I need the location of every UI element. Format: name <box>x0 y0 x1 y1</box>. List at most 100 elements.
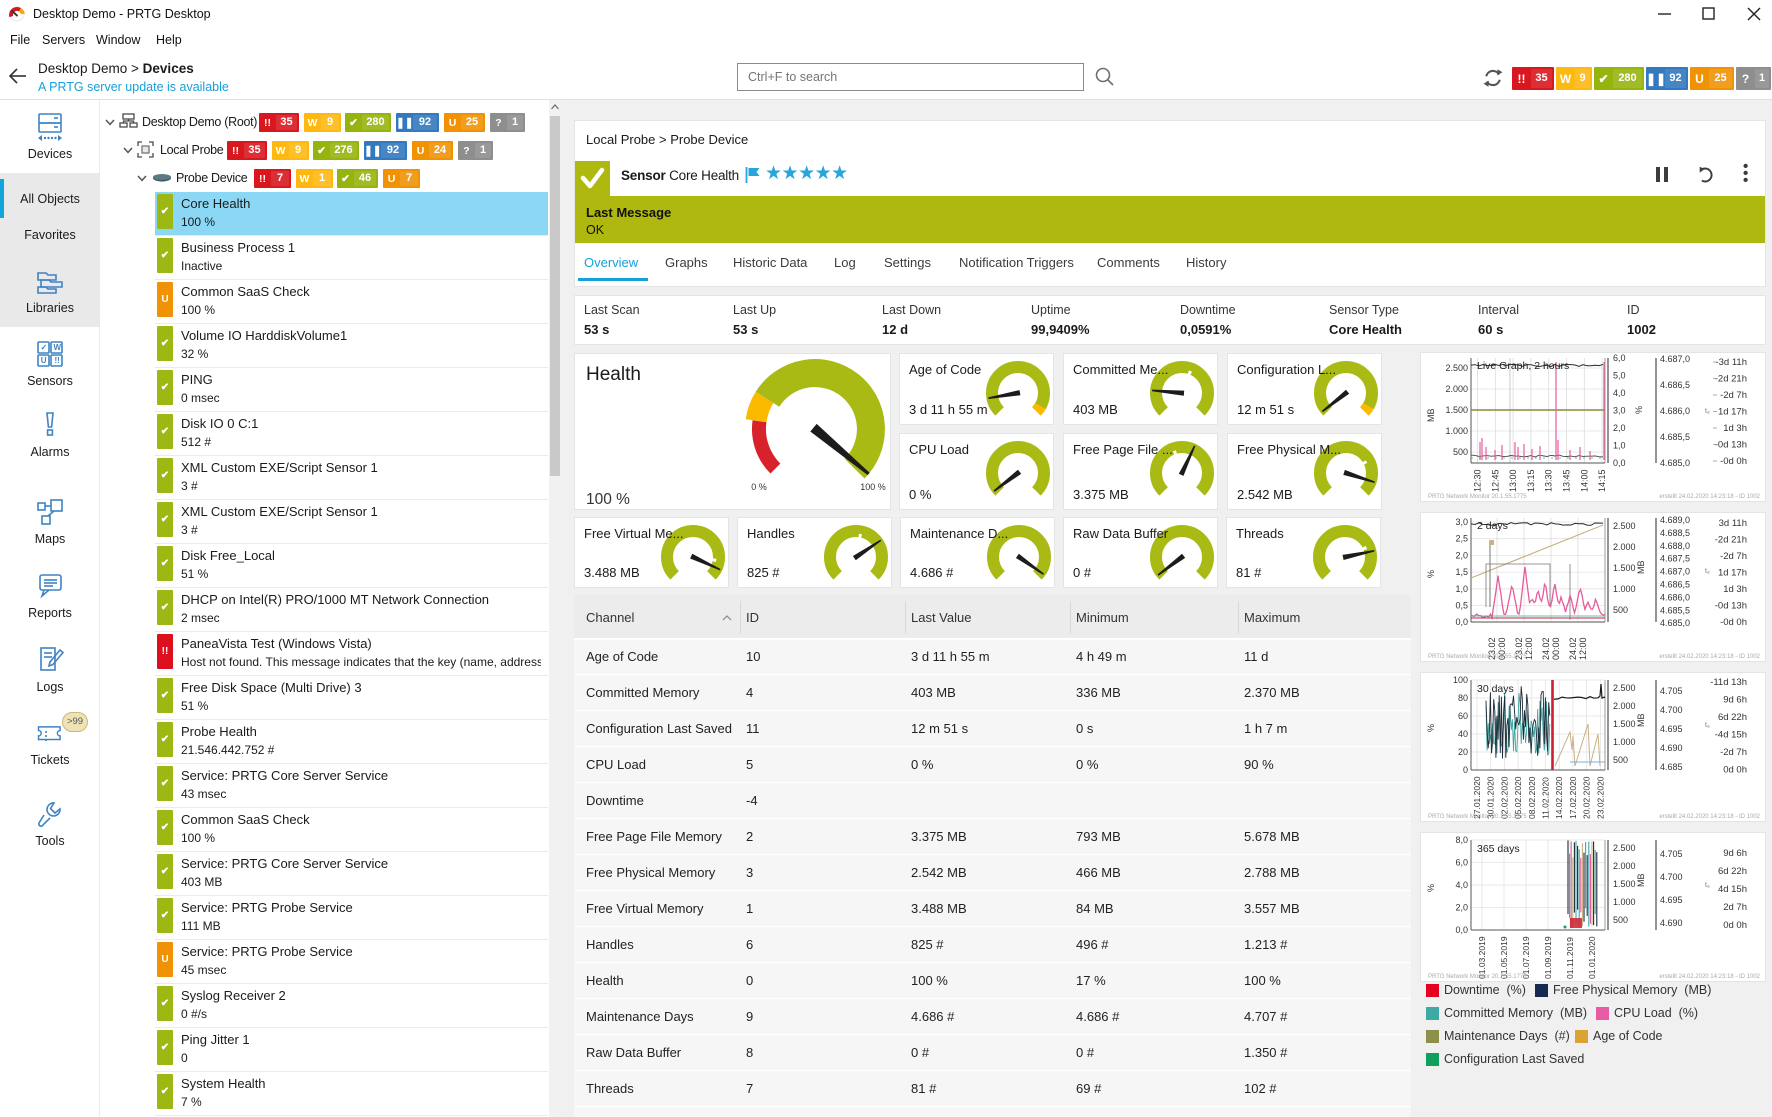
svg-text:1,5: 1,5 <box>1455 567 1468 577</box>
svg-text:01.03.2019: 01.03.2019 <box>1477 936 1487 979</box>
svg-text:-3d 11h: -3d 11h <box>1715 357 1747 368</box>
svg-text:500: 500 <box>1613 755 1628 765</box>
svg-text:1.000: 1.000 <box>1613 737 1636 747</box>
svg-text:t₈: t₈ <box>1705 722 1710 729</box>
svg-text:9d 6h: 9d 6h <box>1723 695 1747 706</box>
svg-text:erstellt 24.02.2020 14:23:18 -: erstellt 24.02.2020 14:23:18 - ID 1002 <box>1659 654 1760 660</box>
svg-text:0d 0h: 0d 0h <box>1723 920 1747 931</box>
svg-text:1.500: 1.500 <box>1613 879 1636 889</box>
svg-text:1.000: 1.000 <box>1613 584 1636 594</box>
svg-text:-0d 13h: -0d 13h <box>1715 440 1747 451</box>
svg-text:-2d 7h: -2d 7h <box>1720 390 1747 401</box>
svg-text:30.01.2020: 30.01.2020 <box>1486 776 1496 819</box>
svg-text:t₈: t₈ <box>1705 882 1710 889</box>
svg-text:1.000: 1.000 <box>1613 897 1636 907</box>
svg-text:0,5: 0,5 <box>1455 601 1468 611</box>
svg-text:6,0: 6,0 <box>1455 858 1468 868</box>
svg-text:4.686,0: 4.686,0 <box>1660 592 1690 602</box>
svg-text:6d 22h: 6d 22h <box>1718 712 1747 723</box>
svg-text:✓: ✓ <box>41 343 48 352</box>
svg-text:4.695: 4.695 <box>1660 895 1683 905</box>
svg-text:4.688,0: 4.688,0 <box>1660 541 1690 551</box>
svg-text:500: 500 <box>1613 605 1628 615</box>
svg-text:t₈: t₈ <box>1705 408 1710 415</box>
svg-text:2d 7h: 2d 7h <box>1723 902 1747 913</box>
svg-text:1.500: 1.500 <box>1613 719 1636 729</box>
svg-text:24.02: 24.02 <box>1568 637 1578 660</box>
svg-text:60: 60 <box>1458 711 1468 721</box>
svg-text:500: 500 <box>1453 447 1468 457</box>
svg-text:11.02.2020: 11.02.2020 <box>1541 777 1551 819</box>
svg-text:01.09.2019: 01.09.2019 <box>1543 936 1553 979</box>
svg-text:-0d 13h: -0d 13h <box>1715 601 1747 612</box>
svg-text:MB: MB <box>1636 714 1646 728</box>
svg-text:14.02.2020: 14.02.2020 <box>1554 776 1564 819</box>
svg-text:erstellt 24.02.2020 14:23:18 -: erstellt 24.02.2020 14:23:18 - ID 1002 <box>1659 494 1760 500</box>
svg-text:2,0: 2,0 <box>1455 550 1468 560</box>
svg-text:4.705: 4.705 <box>1660 849 1683 859</box>
svg-text:2.500: 2.500 <box>1613 521 1636 531</box>
svg-text:4.686,5: 4.686,5 <box>1660 380 1690 390</box>
svg-text:1.000: 1.000 <box>1445 426 1468 436</box>
svg-text:4.695: 4.695 <box>1660 724 1683 734</box>
svg-text:-0d 0h: -0d 0h <box>1720 617 1747 628</box>
svg-text:6,0: 6,0 <box>1613 353 1626 363</box>
svg-text:MB: MB <box>1636 561 1646 575</box>
svg-text:02.02.2020: 02.02.2020 <box>1499 776 1509 819</box>
svg-text:-2d 21h: -2d 21h <box>1715 535 1747 546</box>
svg-text:3d 11h: 3d 11h <box>1719 518 1747 529</box>
svg-text:4.685,5: 4.685,5 <box>1660 432 1690 442</box>
svg-text:4.700: 4.700 <box>1660 872 1683 882</box>
svg-text:MB: MB <box>1426 409 1436 423</box>
svg-text:2.000: 2.000 <box>1613 701 1636 711</box>
svg-text:4.686,5: 4.686,5 <box>1660 580 1690 590</box>
svg-text:2.500: 2.500 <box>1445 363 1468 373</box>
svg-text:t₈: t₈ <box>1705 568 1710 575</box>
svg-text:17.02.2020: 17.02.2020 <box>1568 776 1578 819</box>
svg-text:4,0: 4,0 <box>1613 388 1626 398</box>
svg-text:2,0: 2,0 <box>1455 903 1468 913</box>
svg-text:13:00: 13:00 <box>1508 469 1518 492</box>
svg-text:1.500: 1.500 <box>1445 405 1468 415</box>
svg-text:3,0: 3,0 <box>1613 406 1626 416</box>
svg-text:80: 80 <box>1458 693 1468 703</box>
svg-text:30 days: 30 days <box>1477 683 1514 695</box>
svg-text:-0d 0h: -0d 0h <box>1720 456 1747 467</box>
svg-text:1.500: 1.500 <box>1613 563 1636 573</box>
svg-text:4.685,5: 4.685,5 <box>1660 605 1690 615</box>
svg-text:20.02.2020: 20.02.2020 <box>1582 776 1592 819</box>
svg-text:4,0: 4,0 <box>1455 880 1468 890</box>
svg-text:erstellt 24.02.2020 14:23:18 -: erstellt 24.02.2020 14:23:18 - ID 1002 <box>1659 974 1760 980</box>
svg-text:1d 3h: 1d 3h <box>1723 423 1747 434</box>
svg-text:4d 15h: 4d 15h <box>1718 884 1747 895</box>
svg-text:100 %: 100 % <box>860 482 886 492</box>
svg-text:8,0: 8,0 <box>1455 835 1468 845</box>
svg-text:0,0: 0,0 <box>1613 458 1626 468</box>
svg-text:4.688,5: 4.688,5 <box>1660 528 1690 538</box>
svg-text:%: % <box>1426 884 1436 892</box>
svg-text:PRTG Network Monitor 20.1.55.1: PRTG Network Monitor 20.1.55.1775 <box>1428 814 1527 820</box>
svg-text:05.02.2020: 05.02.2020 <box>1513 776 1523 819</box>
svg-text:00:00: 00:00 <box>1551 637 1561 660</box>
svg-text:5,0: 5,0 <box>1613 371 1626 381</box>
svg-text:1,0: 1,0 <box>1613 441 1626 451</box>
svg-text:W: W <box>54 343 62 352</box>
svg-text:-4d 15h: -4d 15h <box>1715 730 1747 741</box>
svg-text:0d 0h: 0d 0h <box>1723 765 1747 776</box>
svg-text:!!: !! <box>55 356 60 365</box>
svg-text:27.01.2020: 27.01.2020 <box>1472 776 1482 819</box>
svg-text:12:45: 12:45 <box>1490 469 1500 492</box>
svg-text:-2d 7h: -2d 7h <box>1720 551 1747 562</box>
svg-text:40: 40 <box>1458 729 1468 739</box>
svg-text:23.02.2020: 23.02.2020 <box>1595 776 1605 819</box>
svg-text:01.07.2019: 01.07.2019 <box>1521 936 1531 979</box>
svg-text:2,5: 2,5 <box>1455 534 1468 544</box>
svg-text:0: 0 <box>1463 765 1468 775</box>
svg-text:PRTG Network Monitor 20.1.55.1: PRTG Network Monitor 20.1.55.1775 <box>1428 494 1527 500</box>
svg-text:%: % <box>1426 724 1436 732</box>
svg-text:erstellt 24.02.2020 14:23:18 -: erstellt 24.02.2020 14:23:18 - ID 1002 <box>1659 814 1760 820</box>
svg-text:13:45: 13:45 <box>1562 469 1572 492</box>
svg-text:13:15: 13:15 <box>1526 469 1536 492</box>
svg-text:2.500: 2.500 <box>1613 843 1636 853</box>
svg-text:4.685: 4.685 <box>1660 762 1683 772</box>
